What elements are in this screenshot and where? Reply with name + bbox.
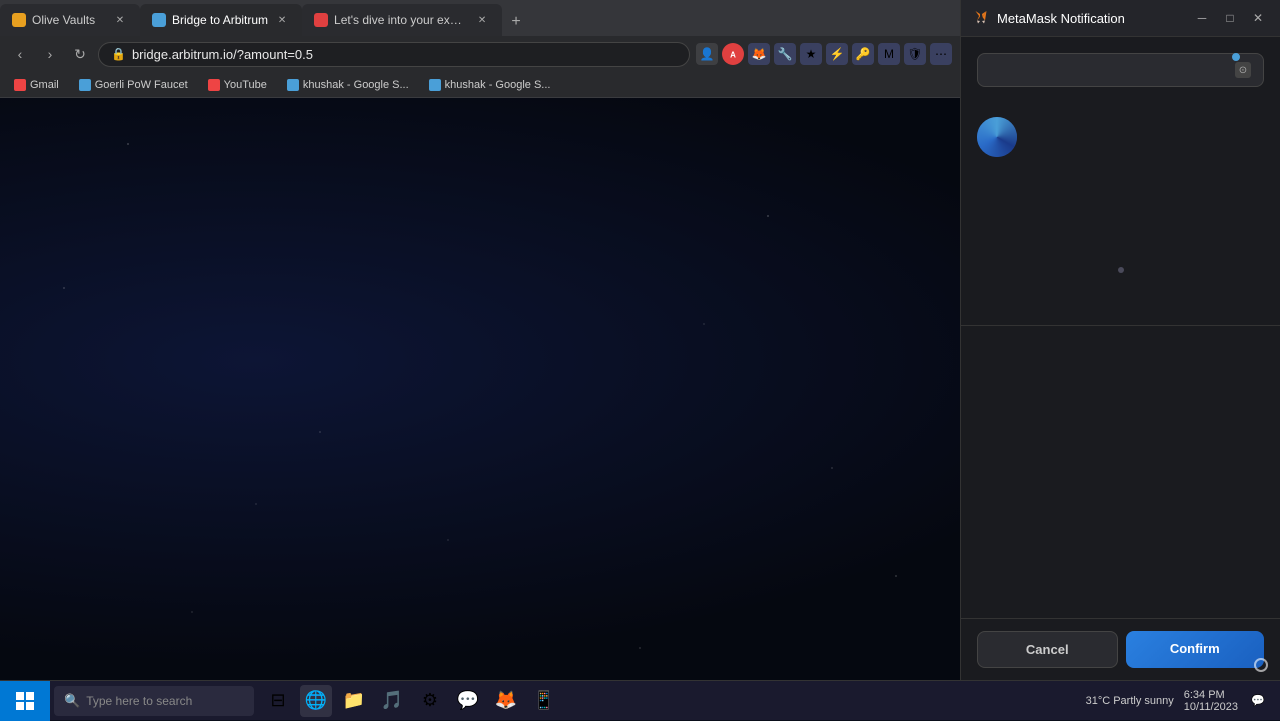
close-button[interactable]: ✕ <box>1248 8 1268 28</box>
taskbar-weather: 31°C Partly sunny <box>1086 695 1174 707</box>
metamask-content: ⊙ <box>961 37 1280 618</box>
tab-close-btn[interactable]: ✕ <box>112 12 128 28</box>
avatar-graphic <box>977 117 1017 157</box>
extension-icons: 👤 A 🦊 🔧 ★ ⚡ 🔑 M 🛡 ⋯ <box>696 43 952 65</box>
taskbar-icon3[interactable]: ⚙ <box>414 685 446 717</box>
ext5-icon[interactable]: ⚡ <box>826 43 848 65</box>
ext6-icon[interactable]: 🔑 <box>852 43 874 65</box>
confirm-button[interactable]: Confirm <box>1126 631 1265 668</box>
cancel-label: Cancel <box>1026 642 1069 657</box>
tab-title: Olive Vaults <box>32 13 106 27</box>
ext1-icon[interactable]: A <box>722 43 744 65</box>
confirm-inner: Confirm <box>1136 641 1255 656</box>
forward-button[interactable]: › <box>38 42 62 66</box>
tab-favicon <box>12 13 26 27</box>
address-bar: ‹ › ↻ 🔒 bridge.arbitrum.io/?amount=0.5 👤… <box>0 36 960 72</box>
bookmark-label: khushak - Google S... <box>303 79 409 91</box>
ext2-icon[interactable]: 🦊 <box>748 43 770 65</box>
mm-divider <box>961 325 1280 326</box>
url-text: bridge.arbitrum.io/?amount=0.5 <box>132 47 313 62</box>
back-button[interactable]: ‹ <box>8 42 32 66</box>
bookmark-khushak1[interactable]: khushak - Google S... <box>281 77 415 93</box>
mm-input-field[interactable]: ⊙ <box>977 53 1264 87</box>
tab-favicon <box>152 13 166 27</box>
ext4-icon[interactable]: ★ <box>800 43 822 65</box>
address-input[interactable]: 🔒 bridge.arbitrum.io/?amount=0.5 <box>98 42 690 67</box>
bookmark-favicon <box>429 79 441 91</box>
reload-button[interactable]: ↻ <box>68 42 92 66</box>
ext7-icon[interactable]: M <box>878 43 900 65</box>
tab-close-btn[interactable]: ✕ <box>474 12 490 28</box>
search-placeholder: Type here to search <box>86 694 192 708</box>
tab-close-btn[interactable]: ✕ <box>274 12 290 28</box>
taskbar-icon2[interactable]: 🎵 <box>376 685 408 717</box>
ext9-icon[interactable]: ⋯ <box>930 43 952 65</box>
metamask-avatar <box>977 117 1017 157</box>
tab-dive-experience[interactable]: Let's dive into your experience ✕ <box>302 4 502 36</box>
browser-window: Olive Vaults ✕ Bridge to Arbitrum ✕ Let'… <box>0 0 960 98</box>
maximize-button[interactable]: □ <box>1220 8 1240 28</box>
bookmark-label: Goerli PoW Faucet <box>95 79 188 91</box>
bookmark-label: YouTube <box>224 79 267 91</box>
taskbar-browser-icon[interactable]: 🌐 <box>300 685 332 717</box>
bookmark-favicon <box>287 79 299 91</box>
bookmark-label: khushak - Google S... <box>445 79 551 91</box>
mm-title-container: MetaMask Notification <box>973 10 1125 26</box>
taskbar-right: 31°C Partly sunny 6:34 PM 10/11/2023 💬 <box>1074 689 1280 713</box>
taskbar-icon5[interactable]: 🦊 <box>490 685 522 717</box>
bookmark-goerli[interactable]: Goerli PoW Faucet <box>73 77 194 93</box>
notification-center[interactable]: 💬 <box>1248 691 1268 711</box>
bookmark-youtube[interactable]: YouTube <box>202 77 273 93</box>
taskbar-time: 6:34 PM 10/11/2023 <box>1184 689 1238 713</box>
date-display: 10/11/2023 <box>1184 701 1238 713</box>
tab-favicon <box>314 13 328 27</box>
minimize-button[interactable]: ─ <box>1192 8 1212 28</box>
svg-text:A: A <box>730 51 736 60</box>
ext8-icon[interactable]: 🛡 <box>904 43 926 65</box>
ext3-icon[interactable]: 🔧 <box>774 43 796 65</box>
field-icon: ⊙ <box>1235 62 1251 78</box>
start-button[interactable] <box>0 681 50 721</box>
taskbar-search[interactable]: 🔍 Type here to search <box>54 686 254 716</box>
metamask-title-bar: MetaMask Notification ─ □ ✕ <box>961 0 1280 37</box>
taskbar-icon6[interactable]: 📱 <box>528 685 560 717</box>
mm-window-controls: ─ □ ✕ <box>1192 8 1268 28</box>
bookmark-favicon <box>14 79 26 91</box>
notification-dot <box>1232 53 1240 61</box>
tab-bar: Olive Vaults ✕ Bridge to Arbitrum ✕ Let'… <box>0 0 960 36</box>
taskbar-icons: ⊟ 🌐 📁 🎵 ⚙ 💬 🦊 📱 <box>254 685 1074 717</box>
bookmarks-bar: Gmail Goerli PoW Faucet YouTube khushak … <box>0 72 960 98</box>
taskbar-icon4[interactable]: 💬 <box>452 685 484 717</box>
bookmark-khushak2[interactable]: khushak - Google S... <box>423 77 557 93</box>
bookmark-label: Gmail <box>30 79 59 91</box>
metamask-footer: Cancel Confirm <box>961 618 1280 680</box>
bookmark-favicon <box>79 79 91 91</box>
bookmark-favicon <box>208 79 220 91</box>
metamask-title: MetaMask Notification <box>997 11 1125 26</box>
metamask-icon <box>973 10 989 26</box>
bookmark-gmail[interactable]: Gmail <box>8 77 65 93</box>
confirm-label: Confirm <box>1170 641 1220 656</box>
taskbar-icon1[interactable]: 📁 <box>338 685 370 717</box>
tab-title: Bridge to Arbitrum <box>172 13 268 27</box>
center-indicator <box>1118 267 1124 273</box>
taskbar-task-view[interactable]: ⊟ <box>262 685 294 717</box>
tab-olive-vaults[interactable]: Olive Vaults ✕ <box>0 4 140 36</box>
cancel-button[interactable]: Cancel <box>977 631 1118 668</box>
search-icon: 🔍 <box>64 693 80 709</box>
tab-title: Let's dive into your experience <box>334 13 468 27</box>
metamask-panel: MetaMask Notification ─ □ ✕ ⊙ Cancel <box>960 0 1280 680</box>
cursor-indicator <box>1254 658 1268 672</box>
tab-bridge-arbitrum[interactable]: Bridge to Arbitrum ✕ <box>140 4 302 36</box>
taskbar: 🔍 Type here to search ⊟ 🌐 📁 🎵 ⚙ 💬 🦊 📱 31… <box>0 680 1280 720</box>
profile-icon[interactable]: 👤 <box>696 43 718 65</box>
new-tab-button[interactable]: + <box>502 8 530 36</box>
time-display: 6:34 PM <box>1184 689 1225 701</box>
